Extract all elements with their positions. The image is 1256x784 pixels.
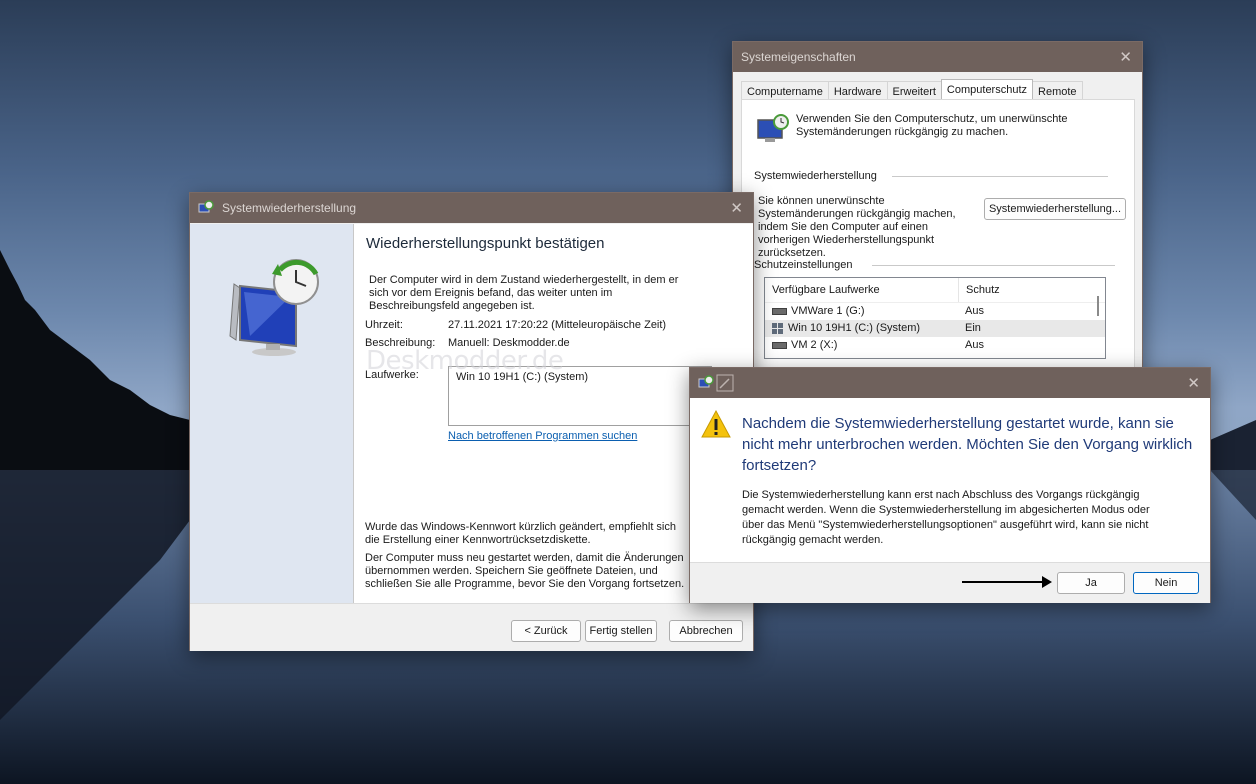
drive-icon <box>772 342 787 349</box>
divider <box>892 176 1108 177</box>
finish-button[interactable]: Fertig stellen <box>585 620 657 642</box>
system-properties-titlebar[interactable]: Systemeigenschaften ✕ <box>733 42 1142 72</box>
system-restore-button[interactable]: Systemwiederherstellung... <box>984 198 1126 220</box>
drive-status: Ein <box>965 322 981 334</box>
drives-box: Win 10 19H1 (C:) (System) <box>448 366 712 426</box>
system-properties-window: Systemeigenschaften ✕ Computername Hardw… <box>732 41 1143 376</box>
divider <box>872 265 1115 266</box>
drive-name: VMWare 1 (G:) <box>791 305 865 317</box>
yes-button[interactable]: Ja <box>1057 572 1125 594</box>
time-value: 27.11.2021 17:20:22 (Mitteleuropäische Z… <box>448 319 667 331</box>
drive-status: Aus <box>965 339 984 351</box>
drive-row[interactable]: VM 2 (X:) Aus <box>765 337 1105 354</box>
system-restore-description: Sie können unerwünschte Systemänderungen… <box>758 195 956 259</box>
drive-row[interactable]: Win 10 19H1 (C:) (System) Ein <box>765 320 1105 337</box>
drive-row[interactable]: VMWare 1 (G:) Aus <box>765 303 1105 320</box>
back-button[interactable]: < Zurück <box>511 620 581 642</box>
windows-drive-icon <box>772 323 783 334</box>
system-restore-titlebar[interactable]: Systemwiederherstellung ✕ <box>190 193 753 223</box>
system-restore-app-icon <box>698 375 714 388</box>
drive-name: Win 10 19H1 (C:) (System) <box>788 322 921 334</box>
pen-icon <box>716 374 734 392</box>
restore-side-panel <box>190 224 354 603</box>
system-restore-large-icon <box>229 259 319 356</box>
scan-affected-programs-link[interactable]: Nach betroffenen Programmen suchen <box>448 430 637 442</box>
drives-list-header: Verfügbare Laufwerke Schutz <box>765 278 1105 303</box>
computer-protection-intro: Verwenden Sie den Computerschutz, um une… <box>796 113 1068 138</box>
close-icon[interactable]: ✕ <box>1119 48 1132 66</box>
warning-icon <box>701 410 731 438</box>
drive-name: VM 2 (X:) <box>791 339 838 351</box>
system-properties-title: Systemeigenschaften <box>741 50 856 64</box>
system-restore-window: Systemwiederherstellung ✕ Wiederherstell… <box>189 192 754 651</box>
close-icon[interactable]: ✕ <box>1187 374 1200 392</box>
page-title: Wiederherstellungspunkt bestätigen <box>366 235 605 252</box>
system-restore-app-icon <box>198 200 214 213</box>
password-note: Wurde das Windows-Kennwort kürzlich geän… <box>365 521 676 546</box>
confirm-dialog: ✕ Nachdem die Systemwiederherstellung ge… <box>689 367 1211 603</box>
computer-protection-icon <box>757 114 789 142</box>
confirm-body: Die Systemwiederherstellung kann erst na… <box>742 489 1150 546</box>
drive-icon <box>772 308 787 315</box>
no-button[interactable]: Nein <box>1133 572 1199 594</box>
restart-note: Der Computer muss neu gestartet werden, … <box>365 552 685 590</box>
column-header-drives[interactable]: Verfügbare Laufwerke <box>765 278 959 302</box>
description-label: Beschreibung: <box>365 337 436 349</box>
drives-value: Win 10 19H1 (C:) (System) <box>456 371 589 383</box>
restore-intro: Der Computer wird in dem Zustand wiederh… <box>369 274 679 312</box>
scrollbar-thumb[interactable] <box>1097 296 1099 316</box>
system-restore-title: Systemwiederherstellung <box>222 201 357 215</box>
cancel-button[interactable]: Abbrechen <box>669 620 743 642</box>
drive-status: Aus <box>965 305 984 317</box>
confirm-question: Nachdem die Systemwiederherstellung gest… <box>742 415 1193 474</box>
confirm-button-bar: Ja Nein <box>690 562 1210 603</box>
section-system-restore: Systemwiederherstellung <box>754 170 877 182</box>
description-value: Manuell: Deskmodder.de <box>448 337 570 349</box>
computerschutz-panel: Verwenden Sie den Computerschutz, um une… <box>741 99 1135 376</box>
restore-button-bar: < Zurück Fertig stellen Abbrechen <box>190 603 753 651</box>
section-protection-settings: Schutzeinstellungen <box>754 259 853 271</box>
time-label: Uhrzeit: <box>365 319 403 331</box>
close-icon[interactable]: ✕ <box>730 199 743 217</box>
column-header-protection[interactable]: Schutz <box>959 278 1000 302</box>
confirm-dialog-titlebar[interactable]: ✕ <box>690 368 1210 398</box>
drives-label: Laufwerke: <box>365 369 419 381</box>
drives-list[interactable]: Verfügbare Laufwerke Schutz VMWare 1 (G:… <box>764 277 1106 359</box>
arrow-annotation <box>962 576 1052 588</box>
